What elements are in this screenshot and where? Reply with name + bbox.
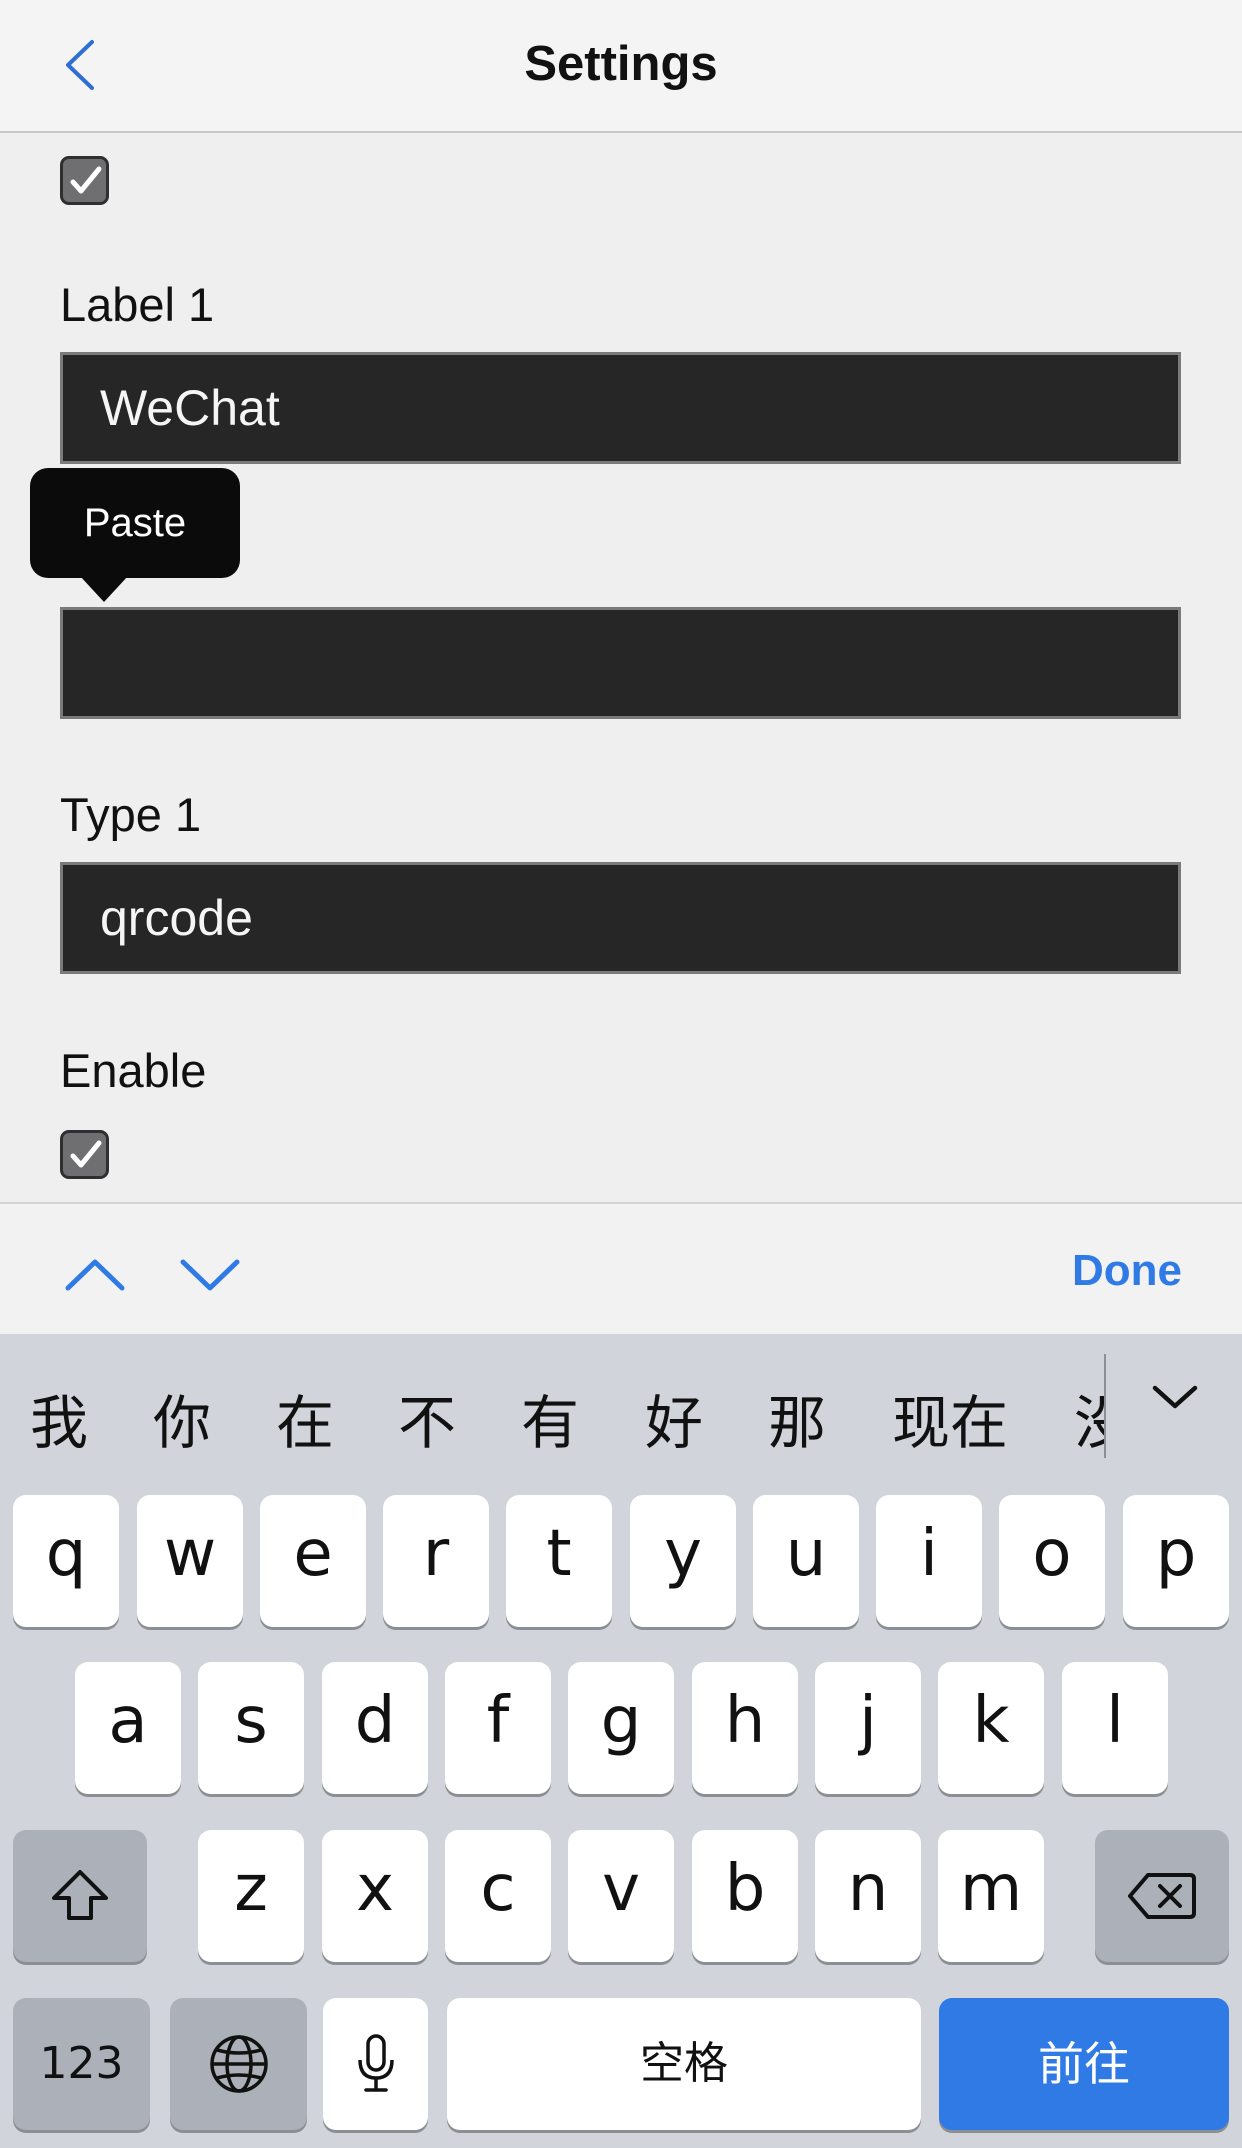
globe-key[interactable]	[170, 1998, 307, 2130]
paste-menu-item[interactable]: Paste	[30, 468, 240, 578]
key-c[interactable]: c	[445, 1830, 551, 1962]
next-field-button[interactable]	[175, 1244, 245, 1304]
keyboard-accessory-bar: Done	[0, 1202, 1242, 1334]
label1-title: Label 1	[60, 278, 215, 331]
key-w[interactable]: w	[137, 1495, 243, 1627]
label1-input[interactable]: WeChat	[60, 352, 1181, 464]
key-q[interactable]: q	[13, 1495, 119, 1627]
key-a[interactable]: a	[75, 1662, 181, 1794]
type1-title: Type 1	[60, 788, 202, 841]
settings-screen: Settings Label 1 WeChat Type 1 qrcode En…	[0, 0, 1242, 2148]
nav-bar: Settings	[0, 0, 1242, 133]
key-t[interactable]: t	[506, 1495, 612, 1627]
candidate-divider	[1104, 1354, 1106, 1458]
key-v[interactable]: v	[568, 1830, 674, 1962]
key-o[interactable]: o	[999, 1495, 1105, 1627]
top-checkbox[interactable]	[60, 156, 109, 205]
chevron-up-icon	[65, 1259, 125, 1291]
checkmark-icon	[70, 166, 102, 194]
key-y[interactable]: y	[630, 1495, 736, 1627]
settings-form: Label 1 WeChat Type 1 qrcode Enable	[0, 135, 1242, 1202]
key-r[interactable]: r	[383, 1495, 489, 1627]
candidate-item[interactable]: 没	[1074, 1376, 1104, 1460]
key-g[interactable]: g	[568, 1662, 674, 1794]
chevron-down-icon	[1152, 1385, 1198, 1409]
candidate-bar: 我 你 在 不 有 好 那 现在 没	[0, 1334, 1242, 1474]
chevron-down-icon	[180, 1259, 240, 1291]
candidate-item[interactable]: 不	[398, 1376, 456, 1460]
key-m[interactable]: m	[938, 1830, 1044, 1962]
key-p[interactable]: p	[1123, 1495, 1229, 1627]
key-e[interactable]: e	[260, 1495, 366, 1627]
candidate-item[interactable]: 在	[276, 1376, 334, 1460]
key-j[interactable]: j	[815, 1662, 921, 1794]
shift-key[interactable]	[13, 1830, 147, 1962]
candidate-item[interactable]: 我	[30, 1376, 88, 1460]
checkmark-icon	[70, 1140, 102, 1168]
page-title: Settings	[524, 37, 718, 91]
expand-candidates-button[interactable]	[1145, 1368, 1205, 1428]
key-k[interactable]: k	[938, 1662, 1044, 1794]
key-x[interactable]: x	[322, 1830, 428, 1962]
value1-input[interactable]	[60, 607, 1181, 719]
enable-checkbox[interactable]	[60, 1130, 109, 1179]
candidate-item[interactable]: 现在	[892, 1376, 1008, 1460]
delete-key[interactable]	[1095, 1830, 1229, 1962]
key-i[interactable]: i	[876, 1495, 982, 1627]
key-z[interactable]: z	[198, 1830, 304, 1962]
candidate-item[interactable]: 好	[645, 1376, 703, 1460]
key-b[interactable]: b	[692, 1830, 798, 1962]
previous-field-button[interactable]	[60, 1244, 130, 1304]
shift-icon	[52, 1870, 108, 1920]
key-n[interactable]: n	[815, 1830, 921, 1962]
candidate-item[interactable]: 那	[768, 1376, 826, 1460]
globe-icon	[209, 2035, 268, 2093]
key-d[interactable]: d	[322, 1662, 428, 1794]
microphone-icon	[357, 2034, 394, 2092]
numbers-key[interactable]: 123	[13, 1998, 150, 2130]
key-s[interactable]: s	[198, 1662, 304, 1794]
go-key[interactable]: 前往	[939, 1998, 1229, 2130]
candidate-item[interactable]: 有	[521, 1376, 579, 1460]
enable-title: Enable	[60, 1044, 207, 1097]
keyboard: 我 你 在 不 有 好 那 现在 没 q w e r t y u i o p a	[0, 1334, 1242, 2148]
backspace-icon	[1128, 1873, 1196, 1919]
candidate-item[interactable]: 你	[153, 1376, 211, 1460]
dictation-key[interactable]	[323, 1998, 428, 2130]
type1-input[interactable]: qrcode	[60, 862, 1181, 974]
done-button[interactable]: Done	[1072, 1246, 1182, 1296]
paste-menu-pointer	[80, 576, 128, 602]
key-u[interactable]: u	[753, 1495, 859, 1627]
key-l[interactable]: l	[1062, 1662, 1168, 1794]
key-h[interactable]: h	[692, 1662, 798, 1794]
space-key[interactable]: 空格	[447, 1998, 921, 2130]
key-f[interactable]: f	[445, 1662, 551, 1794]
